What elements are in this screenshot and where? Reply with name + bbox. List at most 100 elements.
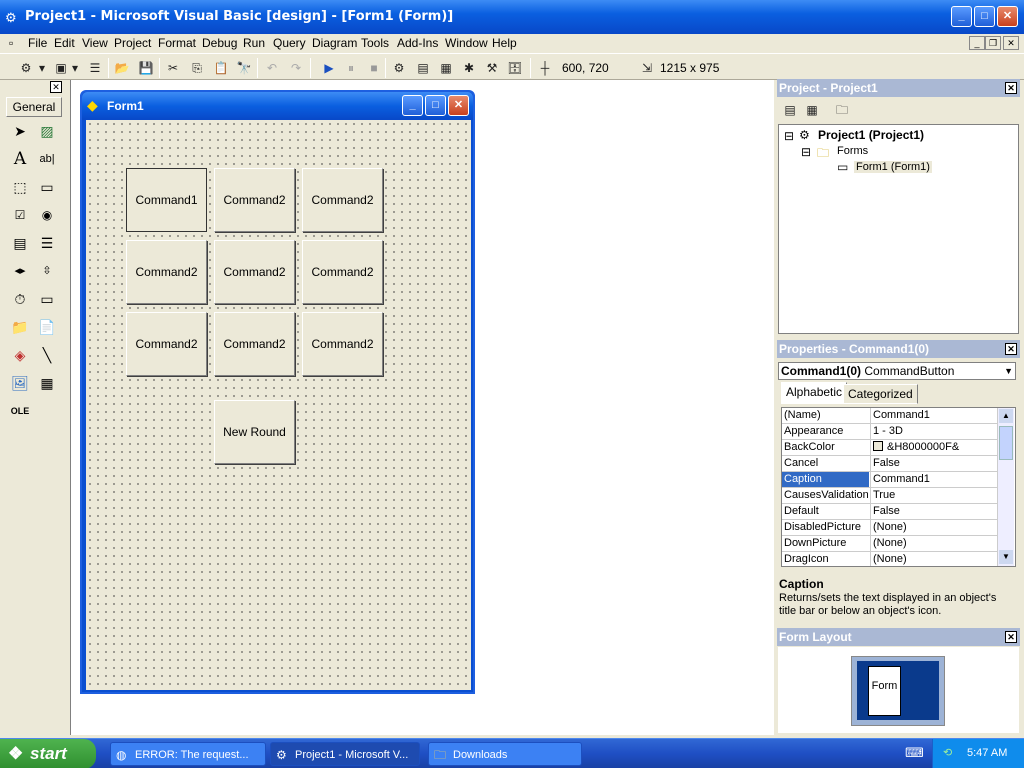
project-explorer-close-button[interactable]: ✕ (1005, 82, 1017, 94)
form-close-button[interactable]: ✕ (448, 95, 469, 116)
object-browser-icon[interactable]: ✱ (460, 59, 478, 77)
network-icon[interactable]: ⟲ (943, 739, 952, 768)
command2-button[interactable]: Command2 (126, 240, 207, 304)
taskbar-button[interactable]: ◍ ERROR: The request... (110, 742, 266, 766)
tree-collapse-icon[interactable]: ⊟ (784, 129, 794, 143)
menu-view[interactable]: View (82, 36, 108, 50)
timer-tool-icon[interactable]: ⏱ (8, 288, 32, 312)
property-row-selected[interactable]: Caption Command1 (782, 472, 999, 488)
property-value[interactable]: False (870, 504, 998, 519)
scroll-up-icon[interactable]: ▲ (999, 409, 1013, 423)
toolbox-icon[interactable]: ⚒ (483, 59, 501, 77)
menu-format[interactable]: Format (158, 36, 196, 50)
properties-close-button[interactable]: ✕ (1005, 343, 1017, 355)
tree-collapse-icon[interactable]: ⊟ (801, 145, 811, 159)
menu-edit[interactable]: Edit (54, 36, 75, 50)
ole-tool-icon[interactable]: OLE (8, 400, 32, 424)
menu-diagram[interactable]: Diagram (312, 36, 357, 50)
break-icon[interactable]: ⏸ (342, 59, 360, 77)
new-round-button[interactable]: New Round (214, 400, 295, 464)
add-project-icon[interactable]: ⚙ (17, 59, 35, 77)
redo-icon[interactable]: ↷ (287, 59, 305, 77)
object-selector[interactable]: Command1(0) CommandButton ▼ (778, 362, 1016, 380)
property-value[interactable]: 1 - 3D (870, 424, 998, 439)
toolbox-general-tab[interactable]: General (6, 97, 62, 117)
mdi-minimize-button[interactable]: _ (969, 36, 985, 50)
shape-tool-icon[interactable]: ◈ (8, 344, 32, 368)
commandbutton-tool-icon[interactable]: ▭ (35, 176, 59, 200)
property-value[interactable]: (None) (870, 520, 998, 535)
undo-icon[interactable]: ↶ (263, 59, 281, 77)
start-button[interactable]: ❖ start (0, 739, 96, 768)
menu-help[interactable]: Help (492, 36, 517, 50)
view-code-icon[interactable]: ▤ (781, 101, 799, 119)
label-tool-icon[interactable]: A (8, 148, 32, 172)
form-client-area[interactable]: Command1 Command2 Command2 Command2 Comm… (86, 120, 471, 690)
menu-query[interactable]: Query (273, 36, 306, 50)
chevron-down-icon[interactable]: ▼ (1004, 363, 1013, 379)
property-row[interactable]: DragIcon (None) (782, 552, 999, 566)
toggle-folders-icon[interactable]: 🗀 (833, 101, 851, 119)
form-title-bar[interactable]: ◆ Form1 _ □ ✕ (82, 92, 473, 120)
vscrollbar-tool-icon[interactable]: ⇳ (35, 260, 59, 284)
tree-item-form1[interactable]: Form1 (Form1) (854, 161, 932, 173)
command2-button[interactable]: Command2 (214, 312, 295, 376)
form-layout-close-button[interactable]: ✕ (1005, 631, 1017, 643)
property-row[interactable]: (Name) Command1 (782, 408, 999, 424)
filelistbox-tool-icon[interactable]: 📄 (35, 316, 59, 340)
form-designer-window[interactable]: ◆ Form1 _ □ ✕ Command1 Command2 Command2… (80, 90, 475, 694)
project-explorer-icon[interactable]: ⚙ (390, 59, 408, 77)
paste-icon[interactable]: 📋 (212, 59, 230, 77)
pointer-tool-icon[interactable]: ➤ (8, 120, 32, 144)
drivelistbox-tool-icon[interactable]: ▭ (35, 288, 59, 312)
tab-alphabetic[interactable]: Alphabetic (781, 382, 848, 404)
property-value[interactable]: True (870, 488, 998, 503)
form-position-preview[interactable]: Form (868, 666, 901, 716)
optionbutton-tool-icon[interactable]: ◉ (35, 204, 59, 228)
form-minimize-button[interactable]: _ (402, 95, 423, 116)
property-row[interactable]: CausesValidation True (782, 488, 999, 504)
picturebox-tool-icon[interactable]: ▨ (35, 120, 59, 144)
mdi-close-button[interactable]: ✕ (1003, 36, 1019, 50)
listbox-tool-icon[interactable]: ☰ (35, 232, 59, 256)
line-tool-icon[interactable]: ╲ (35, 344, 59, 368)
maximize-button[interactable]: □ (974, 6, 995, 27)
tab-categorized[interactable]: Categorized (843, 384, 918, 404)
menu-file[interactable]: File (28, 36, 47, 50)
properties-scrollbar[interactable]: ▲ ▼ (997, 408, 1014, 566)
form-maximize-button[interactable]: □ (425, 95, 446, 116)
cut-icon[interactable]: ✂ (164, 59, 182, 77)
frame-tool-icon[interactable]: ⬚ (8, 176, 32, 200)
property-row[interactable]: DownPicture (None) (782, 536, 999, 552)
end-icon[interactable]: ■ (365, 59, 383, 77)
scroll-down-icon[interactable]: ▼ (999, 550, 1013, 564)
vb-app-icon[interactable]: ⚙ (5, 10, 17, 26)
menu-editor-icon[interactable]: ☰ (86, 59, 104, 77)
taskbar-button[interactable]: 🗀 Downloads (428, 742, 582, 766)
property-row[interactable]: Default False (782, 504, 999, 520)
menu-debug[interactable]: Debug (202, 36, 237, 50)
command2-button[interactable]: Command2 (214, 240, 295, 304)
combobox-tool-icon[interactable]: ▤ (8, 232, 32, 256)
command2-button[interactable]: Command2 (302, 168, 383, 232)
property-value[interactable]: Command1 (870, 472, 998, 487)
property-value[interactable]: (None) (870, 552, 998, 566)
menu-window[interactable]: Window (445, 36, 488, 50)
properties-window-icon[interactable]: ▤ (414, 59, 432, 77)
command2-button[interactable]: Command2 (214, 168, 295, 232)
dropdown-arrow-icon[interactable]: ▾ (70, 59, 80, 77)
tree-item-forms[interactable]: Forms (837, 145, 868, 157)
taskbar-button[interactable]: ⚙ Project1 - Microsoft V... (270, 742, 420, 766)
keyboard-icon[interactable]: ⌨ (905, 745, 924, 761)
property-value[interactable]: Command1 (870, 408, 998, 423)
command1-button[interactable]: Command1 (126, 168, 207, 232)
property-value[interactable]: False (870, 456, 998, 471)
start-icon[interactable]: ▶ (320, 59, 338, 77)
property-row[interactable]: Appearance 1 - 3D (782, 424, 999, 440)
property-row[interactable]: DisabledPicture (None) (782, 520, 999, 536)
clock[interactable]: 5:47 AM (967, 739, 1007, 768)
command2-button[interactable]: Command2 (126, 312, 207, 376)
menu-add-ins[interactable]: Add-Ins (397, 36, 438, 50)
tree-item-project[interactable]: Project1 (Project1) (818, 128, 924, 142)
menu-run[interactable]: Run (243, 36, 265, 50)
